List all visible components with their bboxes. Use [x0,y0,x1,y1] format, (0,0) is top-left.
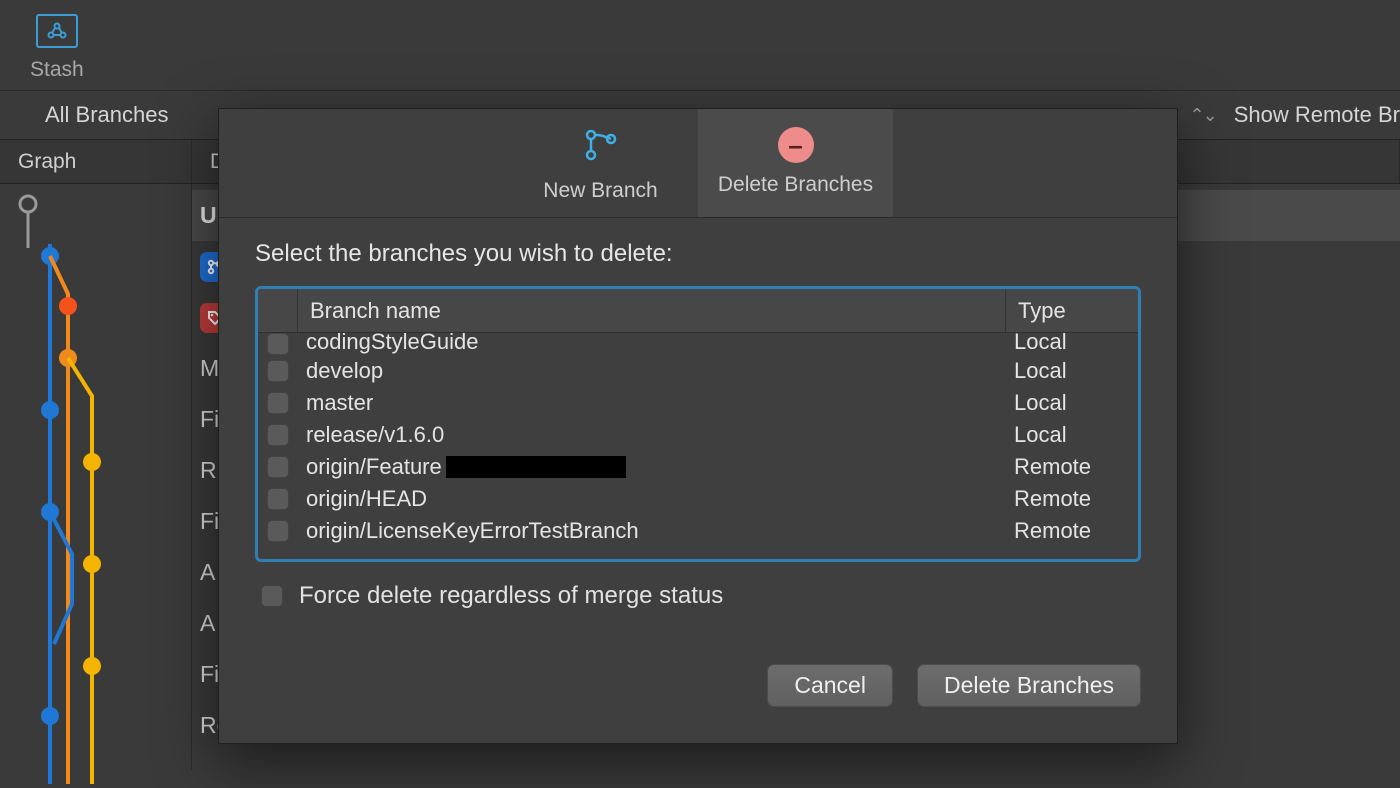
branch-filter[interactable]: All Branches [0,102,199,128]
tab-delete-branches[interactable]: – Delete Branches [698,109,893,217]
delete-branches-dialog: New Branch – Delete Branches Select the … [218,108,1178,744]
dialog-actions: Cancel Delete Branches [219,638,1177,743]
branch-row[interactable]: origin/HEAD Remote [258,483,1138,515]
show-remote-toggle[interactable]: Show Remote Br [1234,102,1400,128]
tab-new-branch[interactable]: New Branch [503,109,698,217]
checkbox[interactable] [267,424,289,446]
dialog-prompt: Select the branches you wish to delete: [255,240,1141,268]
force-delete-row[interactable]: Force delete regardless of merge status [255,582,1141,610]
branch-list[interactable]: Branch name Type codingStyleGuide Local … [255,286,1141,562]
col-graph[interactable]: Graph [0,140,192,183]
branch-row[interactable]: develop Local [258,355,1138,387]
checkbox[interactable] [267,360,289,382]
branch-row[interactable]: origin/LicenseKeyErrorTestBranch Remote [258,515,1138,547]
delete-branches-button[interactable]: Delete Branches [917,664,1141,707]
col-branch-type[interactable]: Type [1006,289,1138,332]
stash-label: Stash [30,58,84,82]
dialog-tabs: New Branch – Delete Branches [219,109,1177,218]
stash-button[interactable]: Stash [30,14,84,82]
force-delete-label: Force delete regardless of merge status [299,582,723,610]
branch-row[interactable]: release/v1.6.0 Local [258,419,1138,451]
force-delete-checkbox[interactable] [261,585,283,607]
col-branch-name[interactable]: Branch name [298,289,1006,332]
graph-column [0,184,192,770]
checkbox[interactable] [267,520,289,542]
stash-icon [36,14,78,48]
checkbox[interactable] [267,392,289,414]
branch-icon [581,127,621,169]
checkbox[interactable] [267,333,289,355]
checkbox[interactable] [267,456,289,478]
chevron-up-down-icon[interactable]: ⌃⌄ [1190,105,1216,126]
branch-row[interactable]: origin/Feature Remote [258,451,1138,483]
checkbox[interactable] [267,488,289,510]
cancel-button[interactable]: Cancel [767,664,893,707]
toolbar: Stash [0,0,1400,82]
redacted-text [446,456,626,478]
branch-row[interactable]: codingStyleGuide Local [258,333,1138,355]
branch-row[interactable]: master Local [258,387,1138,419]
minus-icon: – [778,127,814,163]
branch-list-header: Branch name Type [258,289,1138,333]
